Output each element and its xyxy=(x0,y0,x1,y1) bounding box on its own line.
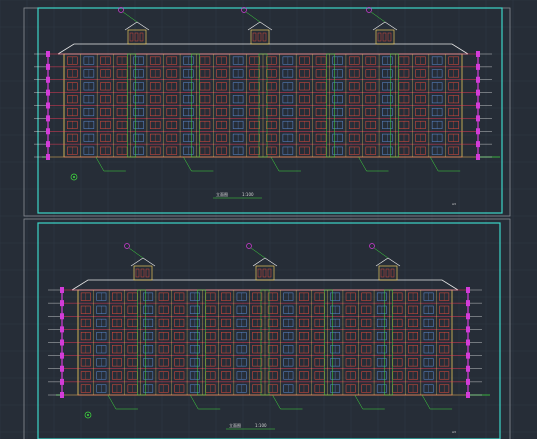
facade-elevation-bottom xyxy=(48,243,490,419)
leader-line xyxy=(429,156,439,172)
roof-tower xyxy=(127,29,147,45)
sheet-top xyxy=(23,7,511,217)
tower-window xyxy=(262,32,267,42)
leader-line xyxy=(421,394,431,410)
tower-window xyxy=(382,32,387,42)
tower-roof xyxy=(124,21,150,31)
sheet-bottom-stamp: A3 xyxy=(452,430,456,434)
roof-tower xyxy=(250,29,270,45)
facade-elevation-top xyxy=(34,7,500,181)
roof-tower xyxy=(378,265,398,281)
leader-line xyxy=(95,156,105,172)
roof-tower xyxy=(375,29,395,45)
axis-bubble-dot xyxy=(87,414,89,416)
sheet-bottom-title: 立面图 xyxy=(229,423,241,428)
tower-leader xyxy=(250,247,266,259)
tower-leader xyxy=(128,247,144,259)
tower-window xyxy=(377,32,382,42)
sheet-bottom xyxy=(23,218,511,439)
leader-line xyxy=(107,394,117,410)
leader-line xyxy=(358,156,367,172)
tower-window xyxy=(139,32,144,42)
leader-line xyxy=(189,394,199,410)
tower-window xyxy=(387,32,392,42)
tower-roof xyxy=(247,21,273,31)
sheet-bottom-scale: 1:100 xyxy=(255,423,267,428)
leader-line xyxy=(270,156,280,172)
tower-roof xyxy=(375,257,401,267)
cad-drawing-canvas xyxy=(0,0,537,439)
axis-bubble-dot xyxy=(73,176,75,178)
tower-leader xyxy=(245,11,261,23)
tower-roof xyxy=(130,257,156,267)
roof-profile xyxy=(71,279,459,291)
sheet-bottom-outer-border xyxy=(23,218,511,439)
tower-window xyxy=(129,32,134,42)
tower-leader xyxy=(373,247,389,259)
tower-roof xyxy=(372,21,398,31)
sheet-top-scale: 1:100 xyxy=(242,192,254,197)
tower-window xyxy=(257,32,262,42)
callout-circle xyxy=(124,243,130,249)
leader-line xyxy=(183,156,192,172)
tower-window xyxy=(134,32,139,42)
tower-window xyxy=(252,32,257,42)
sheet-top-title: 立面图 xyxy=(216,192,228,197)
roof-tower xyxy=(255,265,275,281)
callout-circle xyxy=(369,243,375,249)
roof-profile xyxy=(57,43,469,55)
leader-line xyxy=(354,394,363,410)
tower-roof xyxy=(252,257,278,267)
leader-line xyxy=(272,394,281,410)
sheet-top-stamp: A3 xyxy=(452,202,456,206)
roof-tower xyxy=(133,265,153,281)
callout-circle xyxy=(246,243,252,249)
